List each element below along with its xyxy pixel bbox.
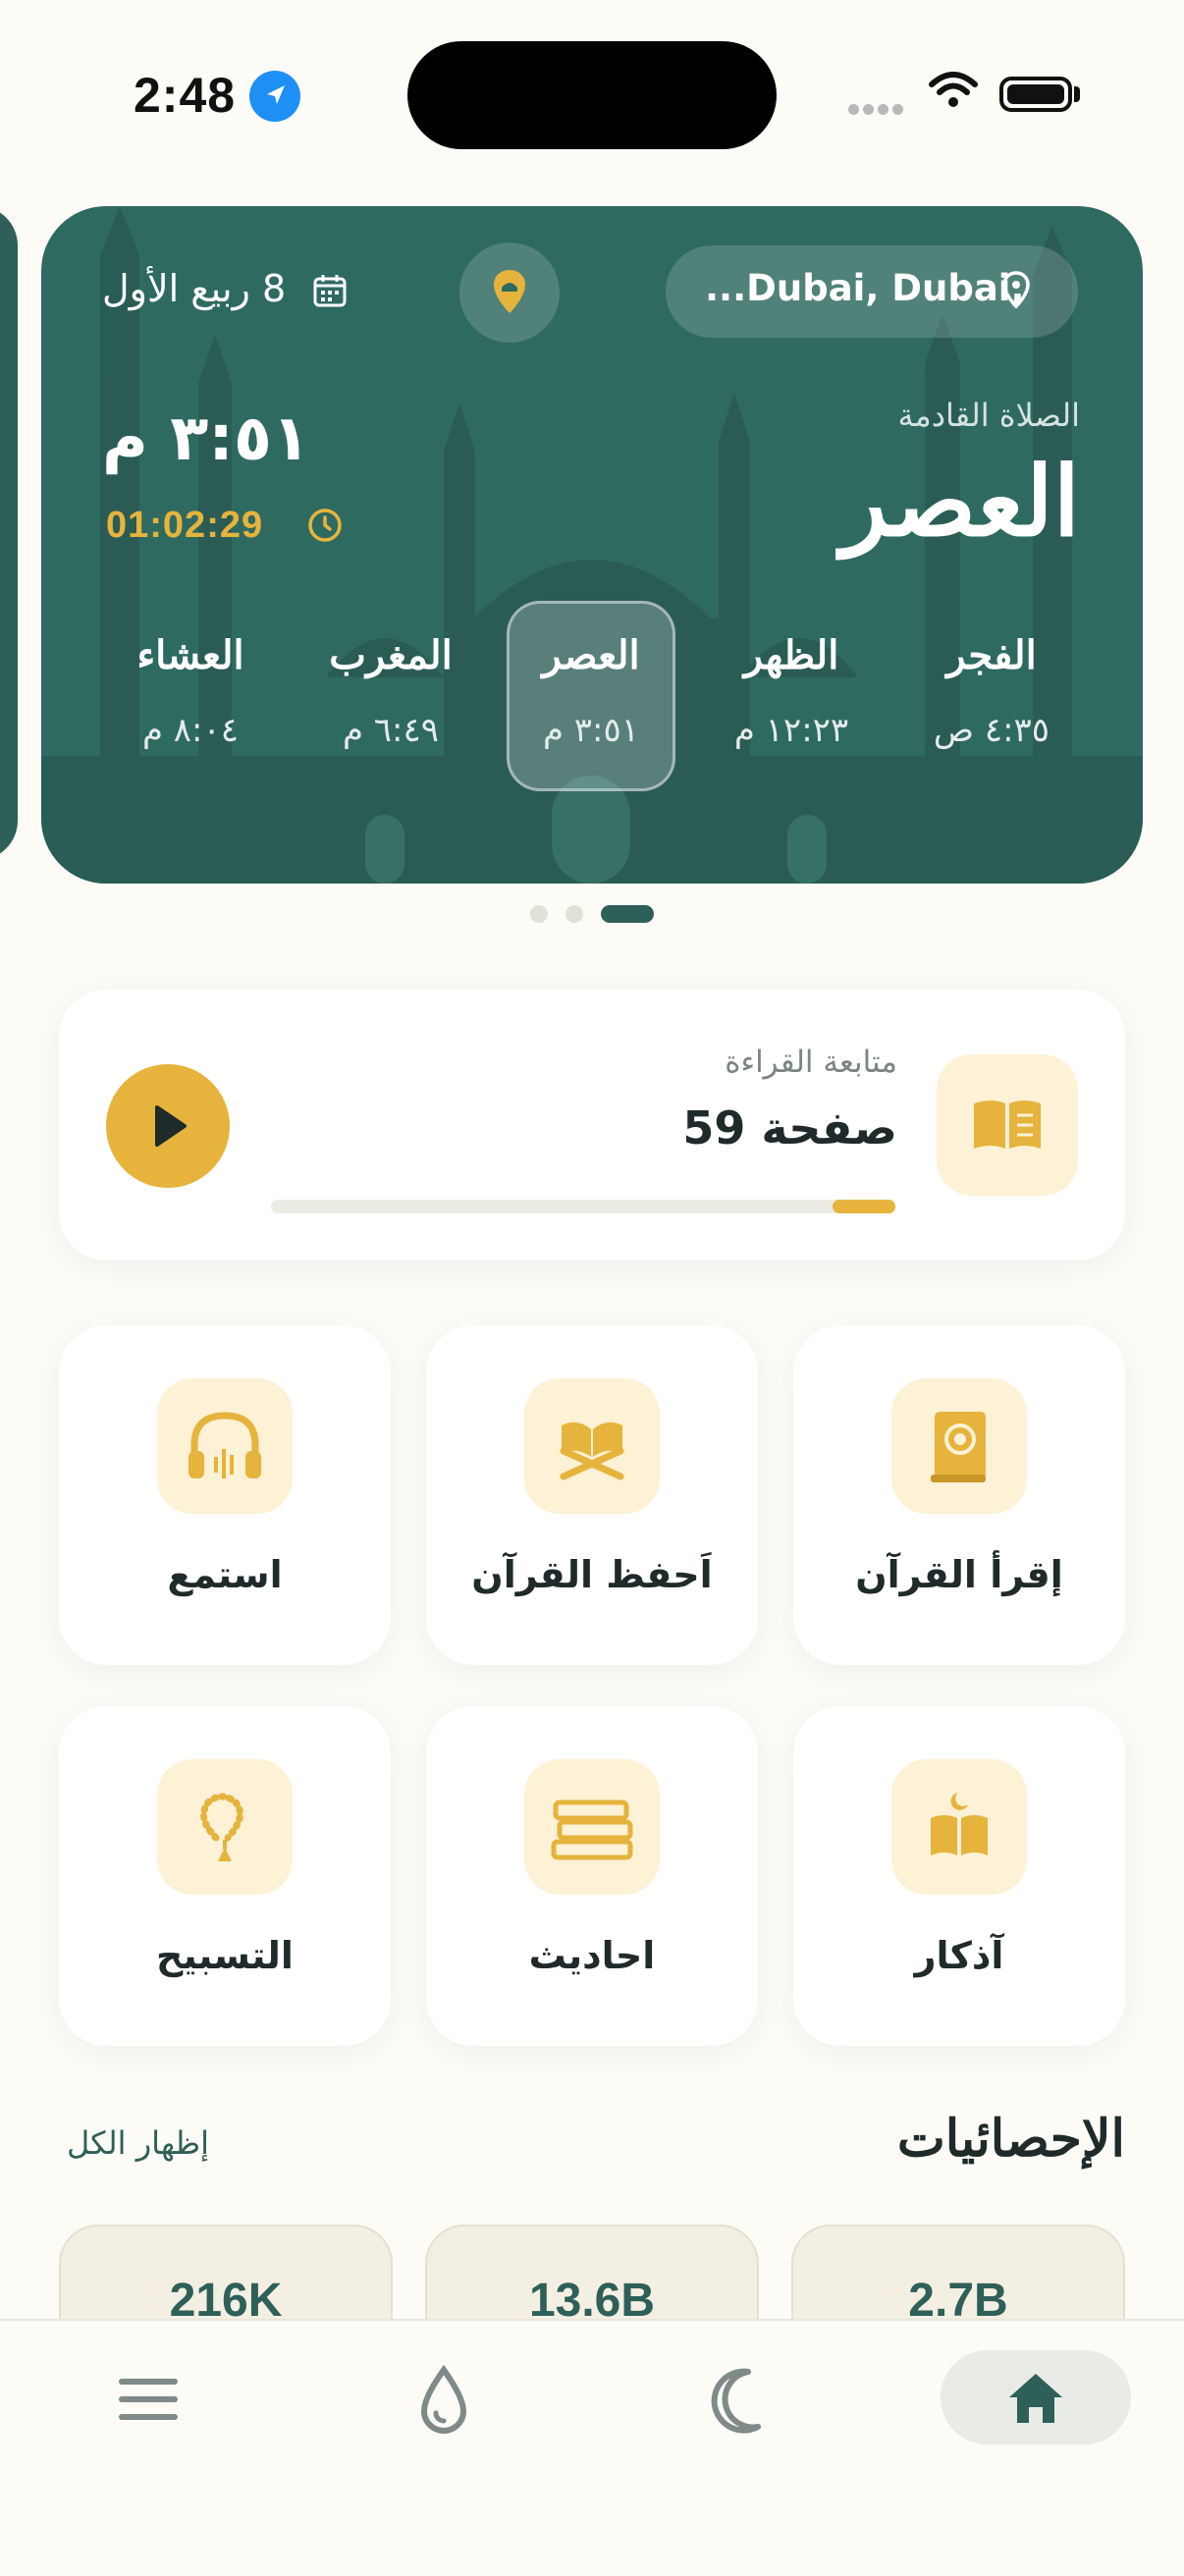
prayer-name-asr[interactable]: العصر	[493, 632, 689, 678]
prayer-name-maghrib[interactable]: المغرب	[293, 632, 489, 678]
listen-label: استمع	[167, 1553, 283, 1596]
drop-icon[interactable]	[406, 2364, 481, 2442]
prayer-name-dhuhr[interactable]: الظهر	[693, 632, 889, 678]
current-page: صفحة 59	[682, 1101, 897, 1154]
play-icon	[155, 1105, 187, 1147]
prayer-name-isha[interactable]: العشاء	[92, 632, 289, 678]
prayer-beads-icon	[157, 1759, 293, 1895]
next-prayer-time: ٣:٥١ م	[102, 402, 310, 475]
tasbih-label: التسبيح	[156, 1934, 294, 1977]
wifi-icon	[928, 71, 979, 114]
calendar-icon	[312, 273, 348, 312]
location-pin-icon	[1001, 271, 1031, 314]
play-button[interactable]	[106, 1064, 230, 1188]
statistics-title: الإحصائيات	[896, 2109, 1125, 2169]
page-dot-1[interactable]	[530, 905, 548, 923]
prayer-time-dhuhr: ١٢:٢٣ م	[733, 711, 849, 750]
clock-icon	[306, 507, 344, 548]
battery-icon	[999, 77, 1072, 112]
continue-reading-label: متابعة القراءة	[725, 1045, 897, 1080]
location-arrow-icon	[249, 71, 300, 122]
prayer-name-fajr[interactable]: الفجر	[893, 632, 1090, 678]
city-label: ...Dubai, Dubai,	[705, 267, 1025, 309]
adhkar-label: آذكار	[914, 1934, 1004, 1977]
open-book-icon	[974, 1100, 1041, 1149]
active-prayer-highlight	[507, 601, 675, 791]
page-dot-2[interactable]	[565, 905, 583, 923]
reading-progress-fill	[833, 1200, 895, 1213]
open-book-moon-icon	[891, 1759, 1027, 1895]
prayer-time-asr: ٣:٥١ م	[542, 711, 640, 750]
menu-icon[interactable]	[112, 2370, 185, 2433]
prayer-time-fajr: ٤:٣٥ ص	[933, 711, 1050, 750]
prayer-time-maghrib: ٦:٤٩ م	[342, 711, 440, 750]
previous-card-peek[interactable]	[0, 206, 18, 860]
hadith-label: احاديث	[528, 1934, 656, 1977]
prayer-time-isha: ٨:٠٤ م	[141, 711, 240, 750]
book-icon-box	[937, 1054, 1078, 1196]
countdown-timer: 01:02:29	[106, 505, 264, 546]
dynamic-island	[407, 41, 777, 149]
status-time: 2:48	[134, 68, 237, 123]
nav-home-button[interactable]	[941, 2350, 1131, 2444]
moon-icon[interactable]	[699, 2366, 778, 2439]
mosque-pin-icon	[494, 270, 525, 313]
battery-tip	[1074, 86, 1080, 102]
home-icon	[1009, 2374, 1062, 2423]
qibla-location-button[interactable]	[459, 242, 560, 343]
page-dot-3-active[interactable]	[601, 905, 654, 923]
quran-book-icon	[891, 1378, 1027, 1514]
books-stack-icon	[524, 1759, 660, 1895]
next-prayer-name: العصر	[840, 446, 1080, 559]
memorize-quran-label: اَحفظ القرآن	[471, 1553, 713, 1596]
cellular-signal-icon	[848, 100, 907, 119]
reading-progress-bar	[271, 1200, 895, 1213]
show-all-link[interactable]: إظهار الكل	[67, 2124, 209, 2162]
next-prayer-label: الصلاة القادمة	[897, 397, 1080, 434]
quran-stand-icon	[524, 1378, 660, 1514]
headphones-icon	[157, 1378, 293, 1514]
read-quran-label: إقرأ القرآن	[855, 1553, 1063, 1596]
hijri-date: 8 ربيع الأول	[102, 267, 287, 310]
